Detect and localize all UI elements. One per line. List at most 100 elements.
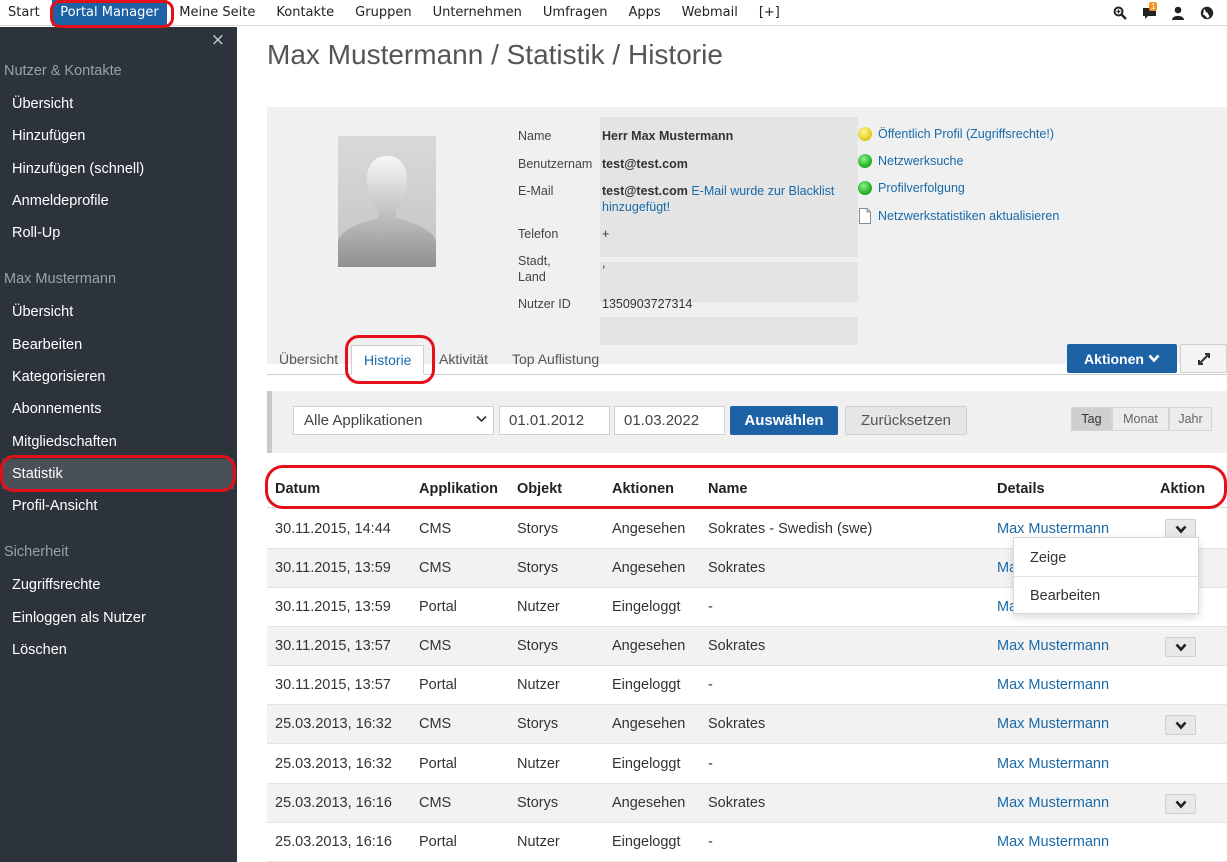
row-menu-button[interactable] (1165, 715, 1196, 735)
nav-kontakte[interactable]: Kontakte (266, 0, 345, 26)
sidebar-item-edit[interactable]: Bearbeiten (0, 330, 237, 360)
chat-icon[interactable]: 1 (1141, 2, 1158, 21)
dropdown-edit[interactable]: Bearbeiten (1030, 588, 1100, 604)
top-navigation-bar: Start Portal Manager Meine Seite Kontakt… (0, 0, 1227, 26)
status-network-search[interactable]: Netzwerksuche (858, 154, 963, 168)
sidebar-section-security: Sicherheit (4, 544, 69, 560)
sidebar-item-add[interactable]: Hinzufügen (0, 121, 237, 151)
sidebar-item-login-as-user[interactable]: Einloggen als Nutzer (0, 603, 237, 633)
cell-application: Portal (419, 677, 457, 693)
annotation-statistik (0, 455, 236, 492)
nav-umfragen[interactable]: Umfragen (532, 0, 618, 26)
filter-bar: Alle Applikationen 01.01.2012 01.03.2022… (267, 391, 1227, 453)
cell-date: 30.11.2015, 13:59 (275, 560, 391, 576)
status-profile-tracking-label: Profilverfolgung (878, 181, 965, 195)
table-row: 25.03.2013, 16:16 Portal Nutzer Eingeloggt -… (267, 823, 1227, 862)
date-from-input[interactable]: 01.01.2012 (499, 406, 610, 435)
cell-application: Portal (419, 599, 457, 615)
nav-webmail[interactable]: Webmail (671, 0, 748, 26)
reset-button[interactable]: Zurücksetzen (845, 406, 967, 435)
nav-unternehmen[interactable]: Unternehmen (422, 0, 532, 26)
nav-apps[interactable]: Apps (618, 0, 671, 26)
user-icon[interactable] (1170, 5, 1186, 21)
status-profile-tracking[interactable]: Profilverfolgung (858, 181, 965, 195)
sidebar-item-subscriptions[interactable]: Abonnements (0, 394, 237, 424)
sidebar-item-login-profiles[interactable]: Anmeldeprofile (0, 186, 237, 216)
yellow-dot-icon (858, 127, 872, 141)
chevron-down-icon (1148, 354, 1160, 363)
cell-details[interactable]: Max Mustermann (997, 834, 1109, 850)
granularity-year[interactable]: Jahr (1169, 407, 1212, 431)
cell-date: 30.11.2015, 13:57 (275, 638, 391, 654)
nav-start[interactable]: Start (0, 0, 50, 26)
date-to-input[interactable]: 01.03.2022 (614, 406, 725, 435)
userid-value: 1350903727314 (602, 297, 693, 311)
sidebar-item-memberships[interactable]: Mitgliedschaften (0, 427, 237, 457)
cell-object: Storys (517, 795, 559, 811)
sidebar-item-profile-view[interactable]: Profil-Ansicht (0, 491, 237, 521)
row-action-dropdown: Zeige Bearbeiten (1013, 537, 1199, 614)
nav-gruppen[interactable]: Gruppen (345, 0, 422, 26)
cell-application: Portal (419, 756, 457, 772)
nav-add[interactable]: [+] (748, 0, 790, 26)
cell-name: - (708, 677, 713, 693)
sidebar-item-add-quick[interactable]: Hinzufügen (schnell) (0, 154, 237, 184)
cell-details[interactable]: Max Mustermann (997, 756, 1109, 772)
sidebar-item-access-rights[interactable]: Zugriffsrechte (0, 570, 237, 600)
top-icons: 1 (1112, 0, 1215, 26)
cell-object: Nutzer (517, 834, 560, 850)
cell-object: Nutzer (517, 756, 560, 772)
cell-action: Eingeloggt (612, 834, 681, 850)
sidebar-item-users-overview[interactable]: Übersicht (0, 89, 237, 119)
globe-icon[interactable] (1199, 5, 1215, 21)
cell-details[interactable]: Max Mustermann (997, 521, 1109, 537)
expand-button[interactable] (1180, 344, 1227, 373)
row-menu-button[interactable] (1165, 794, 1196, 814)
cell-application: CMS (419, 716, 452, 732)
tab-top-listing[interactable]: Top Auflistung (512, 348, 599, 375)
cell-date: 30.11.2015, 13:57 (275, 677, 391, 693)
application-select[interactable]: Alle Applikationen (293, 406, 494, 435)
tab-activity[interactable]: Aktivität (439, 348, 488, 375)
search-icon[interactable] (1112, 5, 1128, 21)
cell-date: 30.11.2015, 14:44 (275, 521, 391, 537)
dropdown-show[interactable]: Zeige (1030, 550, 1066, 566)
phone-label: Telefon (518, 227, 559, 241)
cell-action: Angesehen (612, 638, 686, 654)
status-public-profile[interactable]: Öffentlich Profil (Zugriffsrechte!) (858, 127, 1054, 141)
sidebar-item-person-overview[interactable]: Übersicht (0, 297, 237, 327)
email-address: test@test.com (602, 184, 688, 198)
granularity-month[interactable]: Monat (1112, 407, 1169, 431)
sidebar-item-delete[interactable]: Löschen (0, 635, 237, 665)
nav-meine-seite[interactable]: Meine Seite (169, 0, 266, 26)
cell-details[interactable]: Max Mustermann (997, 795, 1109, 811)
email-value: test@test.com E-Mail wurde zur Blacklist… (602, 183, 858, 215)
update-network-statistics-label: Netzwerkstatistiken aktualisieren (878, 209, 1060, 223)
select-button[interactable]: Auswählen (730, 406, 838, 435)
cell-object: Storys (517, 638, 559, 654)
application-select-value: Alle Applikationen (304, 412, 423, 429)
cell-name: Sokrates (708, 716, 766, 732)
cell-action: Angesehen (612, 521, 686, 537)
tab-overview[interactable]: Übersicht (279, 348, 338, 375)
cell-application: Portal (419, 834, 457, 850)
row-menu-button[interactable] (1165, 519, 1196, 539)
sidebar-item-categorize[interactable]: Kategorisieren (0, 362, 237, 392)
cell-details[interactable]: Max Mustermann (997, 638, 1109, 654)
sidebar-close-icon[interactable]: × (211, 30, 225, 50)
update-network-statistics[interactable]: Netzwerkstatistiken aktualisieren (858, 208, 1059, 224)
username-value: test@test.com (602, 157, 688, 171)
granularity-day[interactable]: Tag (1071, 407, 1112, 431)
row-menu-button[interactable] (1165, 637, 1196, 657)
cell-object: Storys (517, 521, 559, 537)
cell-details[interactable]: Max Mustermann (997, 716, 1109, 732)
page-title: Max Mustermann / Statistik / Historie (267, 39, 723, 70)
city-label: Stadt, Land (518, 254, 551, 284)
actions-button[interactable]: Aktionen (1067, 344, 1177, 373)
cell-application: CMS (419, 638, 452, 654)
cell-details[interactable]: Max Mustermann (997, 677, 1109, 693)
chevron-down-icon (1175, 800, 1186, 808)
sidebar-item-roll-up[interactable]: Roll-Up (0, 218, 237, 248)
table-row: 30.11.2015, 13:57 Portal Nutzer Eingeloggt -… (267, 666, 1227, 705)
status-public-profile-label: Öffentlich Profil (Zugriffsrechte!) (878, 127, 1054, 141)
